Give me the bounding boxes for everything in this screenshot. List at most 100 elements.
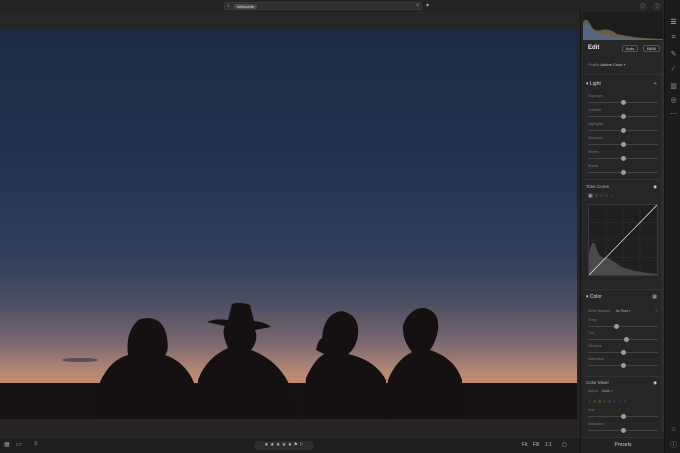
color-section-header[interactable]: ▾ Color ▦ bbox=[586, 294, 660, 300]
photo-viewport bbox=[0, 12, 580, 437]
slider-track[interactable] bbox=[588, 339, 658, 340]
slider-track[interactable] bbox=[588, 326, 658, 327]
slider-row[interactable]: Highlights bbox=[588, 122, 658, 136]
slider-label: Shadows bbox=[588, 136, 603, 140]
rating-control[interactable]: ★ ★ ★ ★ ★ ⚑ ⚐ bbox=[254, 441, 314, 450]
slider-label: Contrast bbox=[588, 108, 602, 112]
search-icon: ⌕ bbox=[227, 3, 230, 9]
slider-knob[interactable] bbox=[620, 363, 626, 368]
flag-icon[interactable]: ⚑ ⚐ bbox=[294, 442, 304, 448]
tone-curve-title: Tone Curve bbox=[586, 184, 610, 189]
white-balance-value[interactable]: As Shot bbox=[616, 309, 628, 313]
slider-knob[interactable] bbox=[620, 100, 626, 105]
slider-knob[interactable] bbox=[620, 414, 626, 419]
color-mixer-header: Color Mixer ◉ bbox=[586, 380, 660, 385]
slider-knob[interactable] bbox=[620, 428, 626, 433]
linear-gradient-icon[interactable]: ▥ bbox=[669, 82, 678, 90]
adjust-row[interactable]: Adjust Color ▾ bbox=[588, 389, 613, 393]
adjust-value[interactable]: Color bbox=[602, 389, 610, 393]
clear-search-icon[interactable]: × bbox=[416, 3, 419, 9]
color-swatch[interactable]: ○ bbox=[623, 399, 628, 405]
tag-icon[interactable]: ⌂ bbox=[669, 426, 678, 433]
brush-icon[interactable]: ⁄ bbox=[669, 66, 678, 73]
edit-panel: Edit Auto B&W Profile Adobe Color ▾ ▾ Li… bbox=[580, 12, 665, 453]
slider-row[interactable]: Saturation bbox=[588, 422, 658, 436]
auto-button[interactable]: Auto bbox=[622, 45, 639, 52]
presets-button[interactable]: Presets bbox=[581, 437, 665, 453]
chevron-down-icon: ▾ bbox=[586, 81, 589, 87]
radial-gradient-icon[interactable]: ◎ bbox=[669, 96, 678, 104]
slider-label: Hue bbox=[588, 408, 595, 412]
slider-row[interactable]: Whites bbox=[588, 150, 658, 164]
more-icon[interactable]: ⋯ bbox=[669, 110, 678, 118]
bw-button[interactable]: B&W bbox=[643, 45, 661, 52]
search-query-chip[interactable]: silhouette bbox=[234, 4, 258, 9]
grid-view-icon[interactable]: ▦ bbox=[4, 441, 10, 448]
slider-row[interactable]: Temp bbox=[588, 318, 658, 332]
slider-knob[interactable] bbox=[620, 128, 626, 133]
slider-row[interactable]: Vibrance bbox=[588, 344, 658, 358]
divider bbox=[584, 179, 662, 180]
profile-row[interactable]: Profile Adobe Color ▾ bbox=[588, 62, 626, 67]
curve-toggle-icon[interactable]: ⌁ bbox=[653, 80, 657, 87]
light-title: Light bbox=[589, 81, 601, 87]
search-field[interactable]: ⌕ silhouette × bbox=[224, 2, 422, 10]
slider-knob[interactable] bbox=[620, 170, 626, 175]
slider-label: Tint bbox=[588, 331, 594, 335]
blue-channel-icon[interactable]: ○ bbox=[610, 193, 615, 199]
zoom-fit-button[interactable]: Fit bbox=[522, 442, 528, 448]
color-grid-icon[interactable]: ▦ bbox=[652, 294, 657, 300]
slider-row[interactable]: Shadows bbox=[588, 136, 658, 150]
filter-icon[interactable]: ▾ bbox=[426, 2, 429, 9]
slider-row[interactable]: Hue bbox=[588, 408, 658, 422]
healing-icon[interactable]: ✎ bbox=[669, 50, 678, 58]
slider-label: Temp bbox=[588, 318, 597, 322]
white-balance-row[interactable]: White Balance As Shot ▾ ✎ bbox=[588, 309, 658, 313]
light-section-header[interactable]: ▾ Light ⌁ bbox=[586, 81, 660, 87]
slider-label: Highlights bbox=[588, 122, 604, 126]
profile-value[interactable]: Adobe Color bbox=[600, 62, 622, 67]
zoom-fill-button[interactable]: Fill bbox=[533, 442, 539, 448]
slider-row[interactable]: Saturation bbox=[588, 357, 658, 371]
info-circle-icon[interactable]: ⓘ bbox=[669, 440, 678, 450]
slider-knob[interactable] bbox=[613, 324, 619, 329]
slider-knob[interactable] bbox=[620, 350, 626, 355]
compare-icon[interactable]: ▢ bbox=[562, 442, 567, 448]
rating-stars[interactable]: ★ ★ ★ ★ ★ bbox=[264, 442, 292, 448]
point-curve-icon[interactable]: ▣ bbox=[588, 193, 595, 199]
tone-curve-graph[interactable] bbox=[588, 204, 658, 276]
tool-strip: ☰ ⌗ ✎ ⁄ ▥ ◎ ⋯ ⌂ ⓘ bbox=[664, 0, 680, 453]
curve-channel-picker[interactable]: ▣○○○○ bbox=[588, 193, 615, 199]
zoom-1-1-button[interactable]: 1:1 bbox=[545, 442, 552, 448]
tone-curve-header: Tone Curve ◉ bbox=[586, 184, 660, 189]
slider-row[interactable]: Tint bbox=[588, 331, 658, 345]
slider-label: Blacks bbox=[588, 164, 599, 168]
help-icon[interactable]: ⓘ bbox=[640, 2, 646, 11]
detail-view-icon[interactable]: ▭ bbox=[16, 441, 22, 448]
slider-knob[interactable] bbox=[620, 156, 626, 161]
slider-knob[interactable] bbox=[620, 114, 626, 119]
slider-row[interactable]: Contrast bbox=[588, 108, 658, 122]
info-icon[interactable]: ⓘ bbox=[654, 2, 660, 11]
edit-title: Edit bbox=[588, 45, 600, 51]
slider-knob[interactable] bbox=[624, 337, 629, 342]
photo-canvas[interactable] bbox=[0, 30, 577, 430]
crop-icon[interactable]: ⌗ bbox=[669, 34, 678, 42]
sort-icon[interactable]: ≡ bbox=[34, 441, 38, 447]
color-mixer-title: Color Mixer bbox=[586, 380, 610, 385]
slider-label: Saturation bbox=[588, 422, 604, 426]
slider-knob[interactable] bbox=[620, 142, 626, 147]
color-title: Color bbox=[589, 294, 602, 300]
chevron-down-icon: ▾ bbox=[586, 294, 589, 300]
toggle-icon[interactable]: ◉ bbox=[653, 184, 657, 190]
divider bbox=[584, 376, 662, 377]
silhouette-image bbox=[0, 302, 577, 430]
edit-sliders-icon[interactable]: ☰ bbox=[669, 18, 678, 26]
eyedropper-icon[interactable]: ✎ bbox=[655, 309, 658, 313]
color-mixer-swatches[interactable]: ○○○○○○○○ bbox=[588, 399, 628, 405]
bottom-toolbar: ▦ ▭ ≡ ★ ★ ★ ★ ★ ⚑ ⚐ Fit Fill 1:1 ▢ bbox=[0, 437, 580, 453]
toggle-icon[interactable]: ◉ bbox=[653, 380, 657, 386]
profile-label: Profile bbox=[588, 62, 600, 67]
slider-row[interactable]: Blacks bbox=[588, 164, 658, 178]
slider-row[interactable]: Exposure bbox=[588, 94, 658, 108]
